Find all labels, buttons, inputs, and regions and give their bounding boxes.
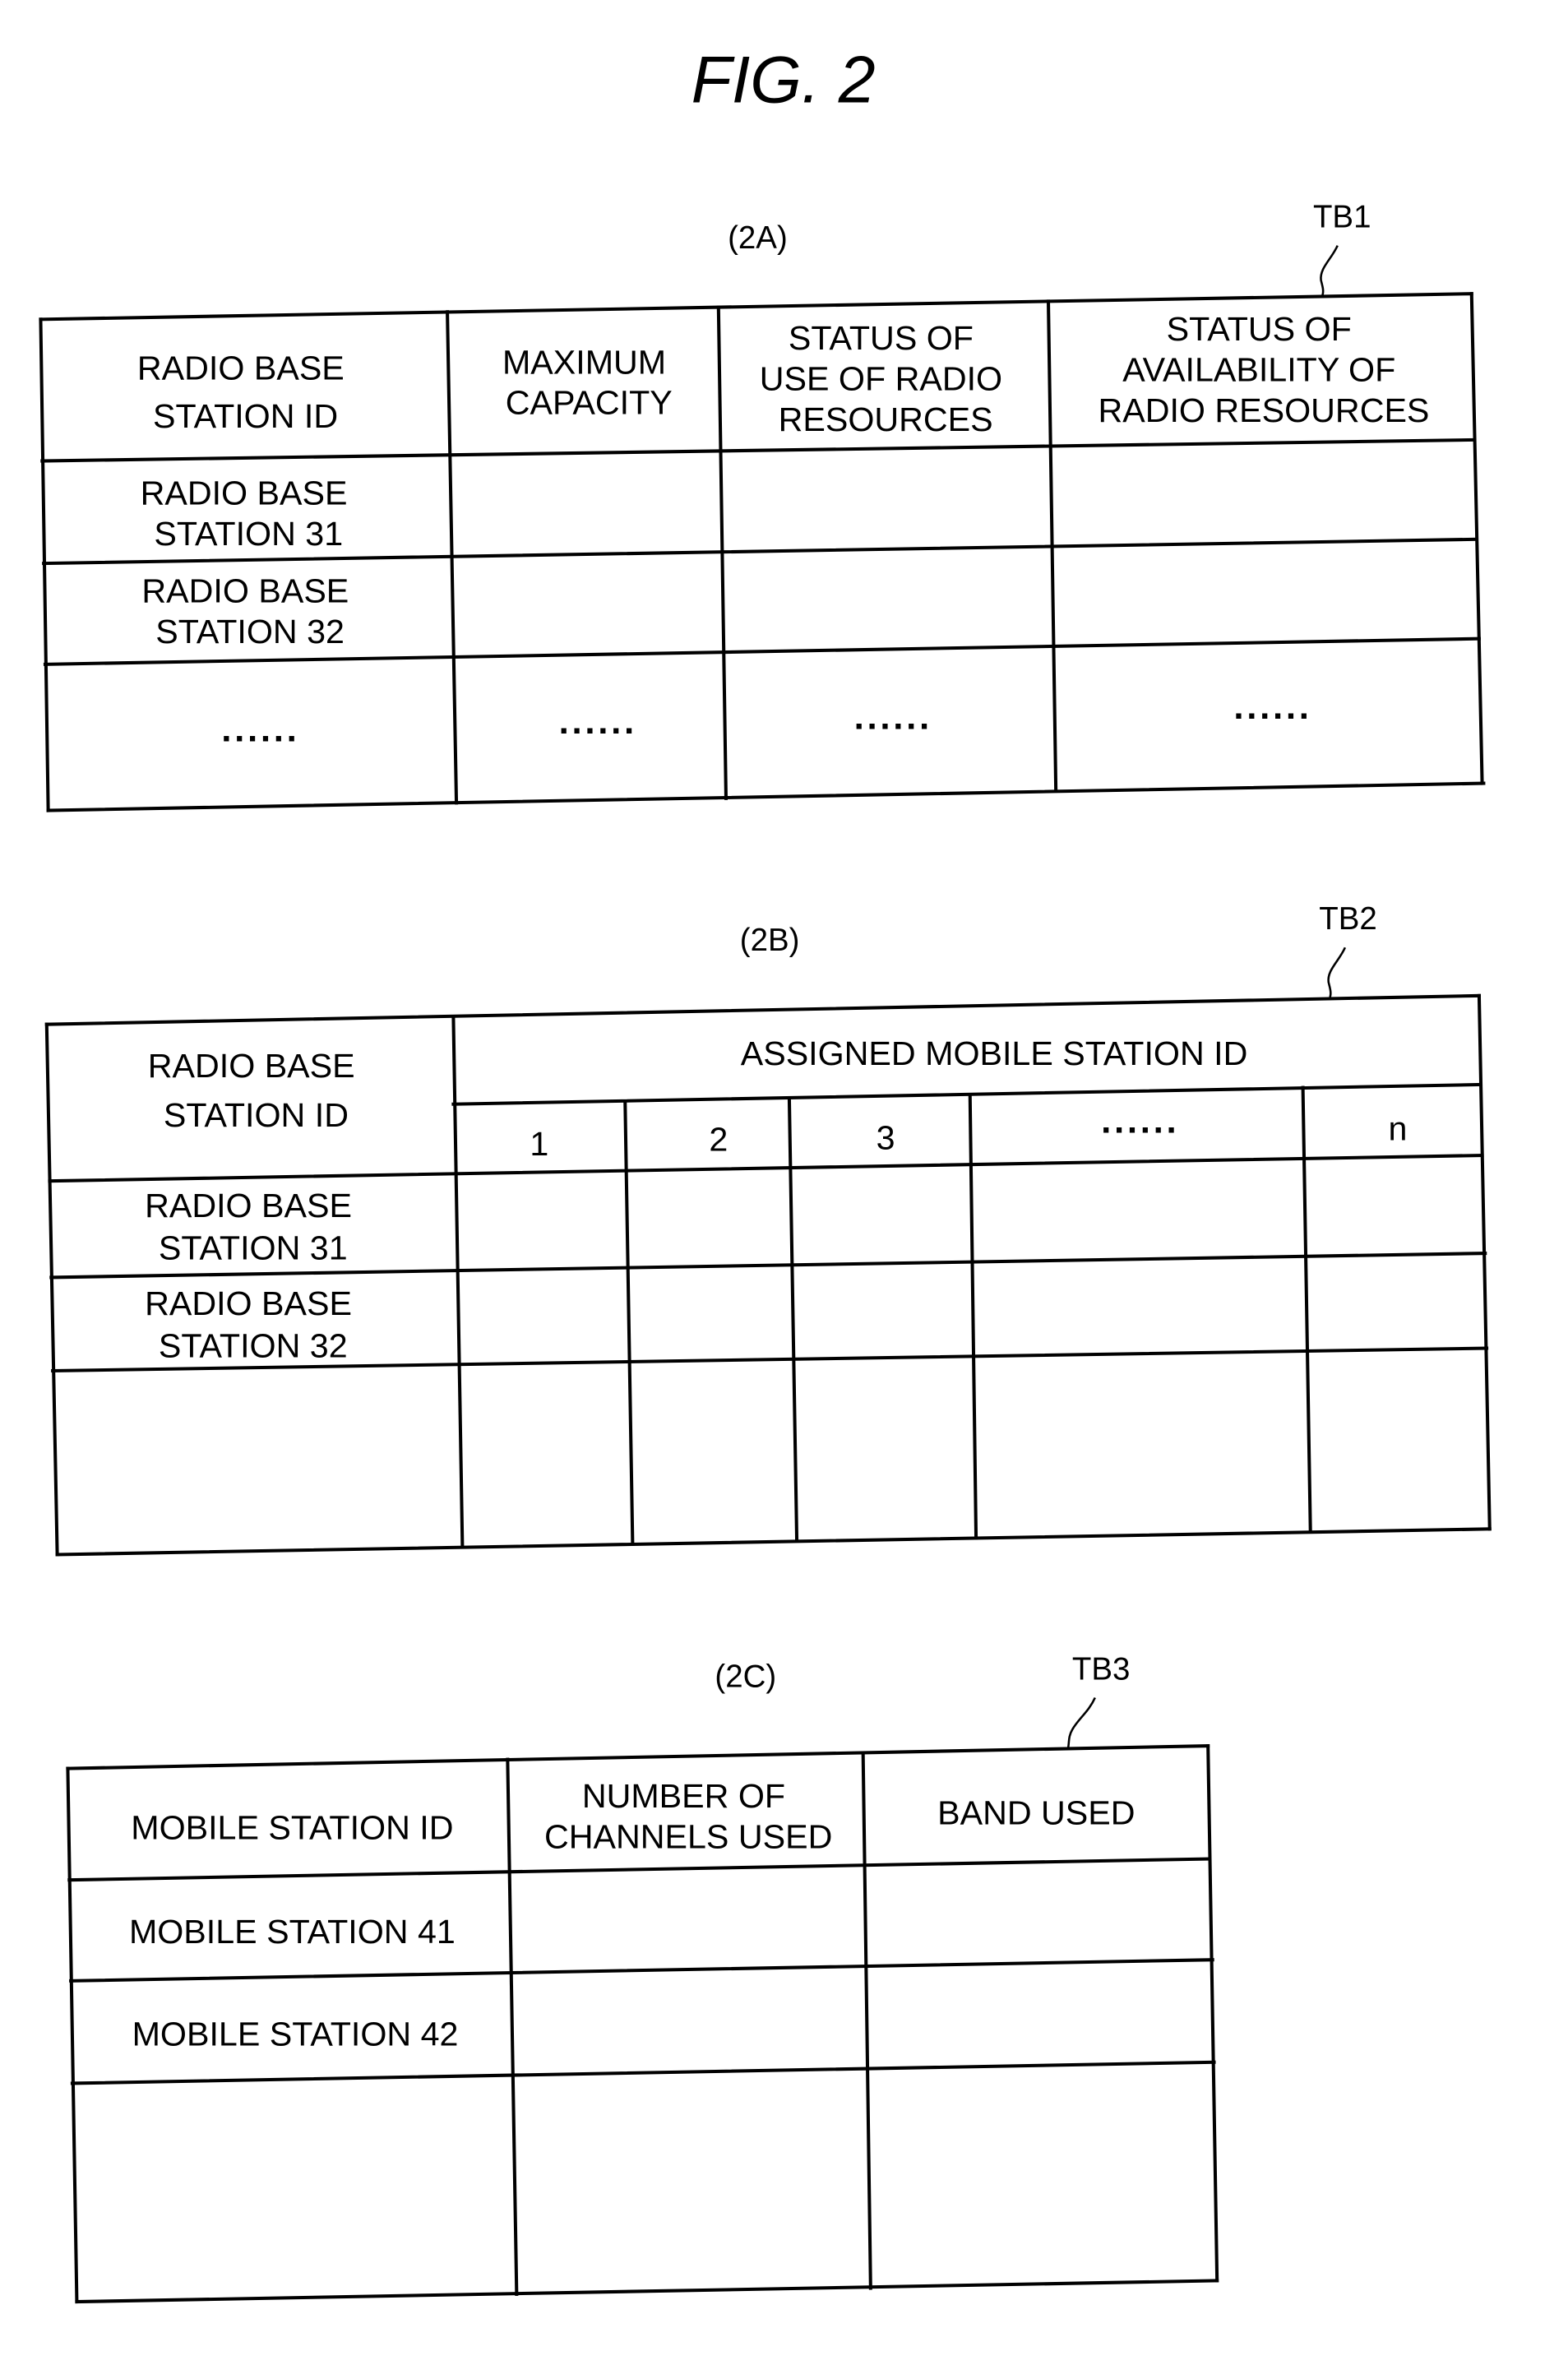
cell-row-station-31: RADIO BASE STATION 31 [145, 1187, 361, 1266]
leader-line-tb1 [1320, 245, 1339, 296]
table-border [44, 993, 1481, 1026]
panel-label-2a: (2A) [728, 220, 788, 256]
header-number-of-channels-used: NUMBER OF CHANNELS USED [544, 1777, 832, 1855]
table-tb3: (2C) TB3 MOBILE STATION ID NUMBER OF CHA… [66, 1652, 1219, 2304]
subheader-1: 1 [530, 1125, 548, 1163]
subheader-n: n [1389, 1110, 1408, 1148]
ellipsis-cell: ...... [221, 709, 299, 749]
header-mobile-station-id: MOBILE STATION ID [131, 1809, 453, 1847]
figure-title: FIG. 2 [691, 44, 876, 118]
header-radio-base-station-id: RADIO BASE STATION ID [137, 349, 354, 436]
table-rule [451, 1015, 465, 1549]
header-maximum-capacity: MAXIMUM CAPACITY [502, 343, 676, 421]
table-rule [968, 1093, 978, 1540]
ref-label-tb2: TB2 [1319, 901, 1377, 937]
ref-label-tb3: TB3 [1072, 1652, 1131, 1687]
table-rule [623, 1099, 635, 1546]
table-rule [40, 437, 1475, 463]
figure-canvas: FIG. 2 (2A) TB1 RADIO BASE STATION ID MA… [39, 44, 1492, 2304]
table-rule [67, 1857, 1212, 1882]
table-border [75, 2279, 1219, 2304]
table-rule [506, 1757, 519, 2296]
ref-label-tb1: TB1 [1313, 200, 1371, 235]
cell-mobile-station-42: MOBILE STATION 42 [132, 2016, 459, 2053]
header-band-used: BAND USED [937, 1793, 1135, 1831]
cell-mobile-station-41: MOBILE STATION 41 [129, 1913, 456, 1951]
panel-label-2c: (2C) [715, 1659, 776, 1695]
subheader-2: 2 [709, 1121, 728, 1159]
header-assigned-mobile-station-id: ASSIGNED MOBILE STATION ID [741, 1034, 1248, 1072]
table-rule [861, 1752, 872, 2290]
ellipsis-cell: ...... [559, 701, 637, 742]
table-rule [48, 1153, 1484, 1183]
table-border [44, 1022, 59, 1557]
ellipsis-cell: ...... [854, 697, 932, 738]
subheader-3: 3 [877, 1119, 895, 1157]
subheader-ellipsis: ...... [1101, 1101, 1179, 1141]
header-radio-base-station-id: RADIO BASE STATION ID [148, 1047, 364, 1134]
table-rule [69, 1958, 1214, 1983]
leader-line-tb3 [1066, 1696, 1096, 1750]
cell-row-station-32: RADIO BASE STATION 32 [141, 572, 358, 650]
panel-label-2b: (2B) [740, 923, 800, 958]
table-rule [787, 1096, 799, 1543]
table-tb2: (2B) TB2 RADIO BASE STATION ID ASSIGNED … [44, 901, 1492, 1557]
header-status-of-use: STATUS OF USE OF RADIO RESOURCES [760, 319, 1012, 438]
table-rule [451, 1082, 1482, 1106]
ellipsis-cell: ...... [1233, 687, 1311, 727]
table-border [46, 781, 1486, 812]
table-rule [1301, 1085, 1312, 1534]
leader-line-tb2 [1327, 946, 1347, 998]
header-status-of-availability: STATUS OF AVAILABILITY OF RADIO RESOURCE… [1098, 310, 1429, 429]
table-rule [70, 2060, 1216, 2085]
table-border [1206, 1744, 1219, 2283]
table-border [66, 1766, 79, 2304]
table-tb1: (2A) TB1 RADIO BASE STATION ID MAXIMUM C… [39, 200, 1486, 812]
table-border [66, 1744, 1210, 1770]
table-border [55, 1527, 1492, 1557]
table-border [1477, 993, 1492, 1531]
cell-row-station-32: RADIO BASE STATION 32 [145, 1284, 361, 1364]
cell-row-station-31: RADIO BASE STATION 31 [141, 474, 357, 553]
